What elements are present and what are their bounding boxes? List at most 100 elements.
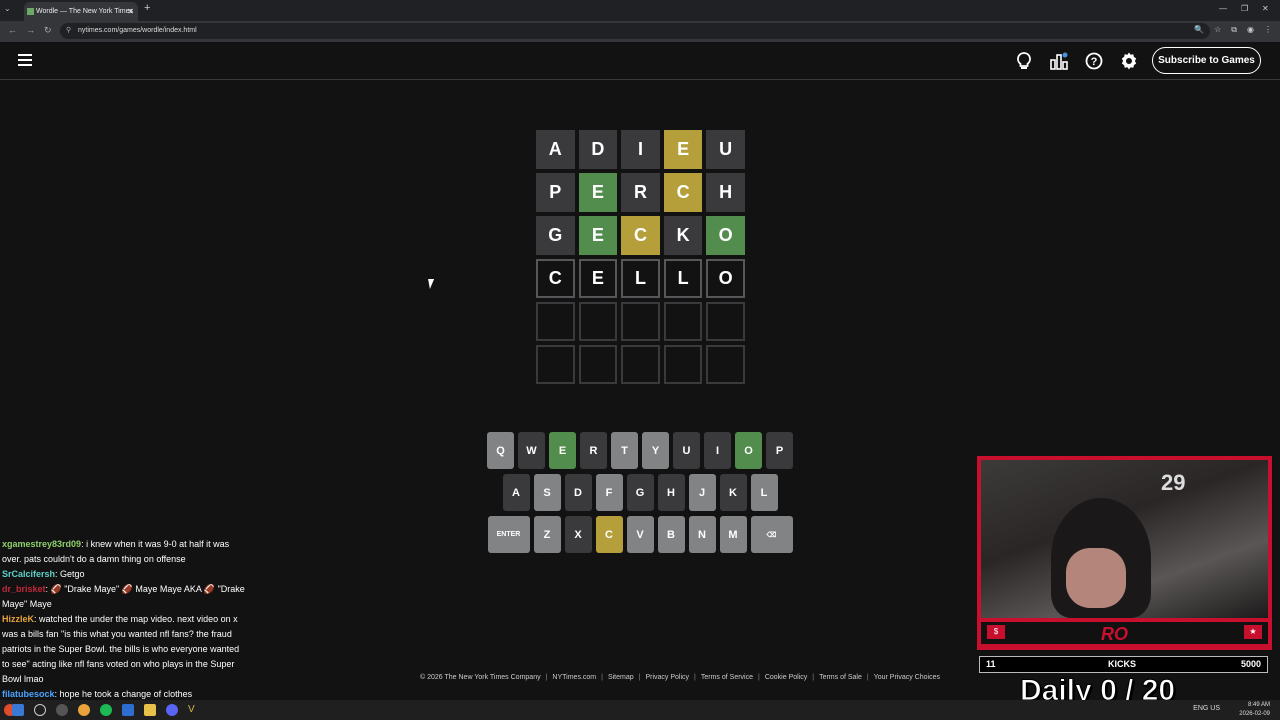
board-tile <box>578 302 618 341</box>
bookmark-star-icon[interactable]: ☆ <box>1214 25 1221 35</box>
app-icon[interactable] <box>122 704 134 716</box>
key-m[interactable]: M <box>719 516 747 553</box>
chrome-icon[interactable] <box>78 704 90 716</box>
browser-menu-icon[interactable]: ⋮ <box>1264 25 1272 35</box>
menu-icon[interactable] <box>18 54 32 66</box>
vs-icon[interactable]: V <box>188 704 200 716</box>
board-tile: O <box>706 259 745 298</box>
subscribe-button[interactable]: Subscribe to Games <box>1152 47 1261 74</box>
webcam-logo-bar: $ RO ★ <box>981 622 1268 644</box>
footer-link[interactable]: Privacy Policy <box>645 674 689 681</box>
close-window-icon[interactable]: ✕ <box>1262 4 1269 13</box>
keyboard-row: ASDFGHJKL <box>487 474 793 511</box>
board-tile: E <box>578 259 618 298</box>
site-info-icon[interactable]: ⚲ <box>66 23 71 39</box>
system-clock[interactable]: 8:49 AM 2026-02-09 <box>1239 701 1270 719</box>
key-l[interactable]: L <box>750 474 778 511</box>
spotify-icon[interactable] <box>100 704 112 716</box>
enter-key[interactable]: ENTER <box>487 516 530 553</box>
os-taskbar: V ENG US 8:49 AM 2026-02-09 <box>0 700 1280 720</box>
search-icon[interactable] <box>34 704 46 716</box>
key-n[interactable]: N <box>688 516 716 553</box>
obs-icon[interactable] <box>56 704 68 716</box>
footer-separator: | <box>694 674 696 681</box>
key-v[interactable]: V <box>626 516 654 553</box>
stats-icon[interactable] <box>1048 50 1070 72</box>
key-s[interactable]: S <box>533 474 561 511</box>
footer-link[interactable]: Terms of Sale <box>819 674 862 681</box>
hint-bulb-icon[interactable] <box>1013 50 1035 72</box>
board-row: ADIEU <box>536 130 745 169</box>
key-p[interactable]: P <box>766 432 793 469</box>
key-a[interactable]: A <box>502 474 530 511</box>
key-j[interactable]: J <box>688 474 716 511</box>
games-header: ? Subscribe to Games <box>0 42 1280 80</box>
zoom-icon[interactable]: 🔍 <box>1194 25 1204 35</box>
key-z[interactable]: Z <box>533 516 561 553</box>
windows-start-icon[interactable] <box>12 704 24 716</box>
new-tab-icon[interactable]: + <box>144 2 150 14</box>
key-g[interactable]: G <box>626 474 654 511</box>
footer-link[interactable]: Sitemap <box>608 674 634 681</box>
key-o[interactable]: O <box>735 432 762 469</box>
browser-toolbar-icons: 🔍 ☆ ⧉ ◉ ⋮ <box>1194 25 1272 35</box>
footer-link[interactable]: Your Privacy Choices <box>874 674 940 681</box>
chat-username: xgamestrey83rd09 <box>2 539 82 549</box>
stream-chat-overlay: xgamestrey83rd09: i knew when it was 9-0… <box>0 537 248 705</box>
key-y[interactable]: Y <box>642 432 669 469</box>
board-tile <box>706 302 745 341</box>
footer-separator: | <box>812 674 815 681</box>
key-w[interactable]: W <box>518 432 545 469</box>
stream-logo: RO <box>1101 624 1128 644</box>
key-r[interactable]: R <box>580 432 607 469</box>
board-tile: R <box>621 173 660 212</box>
close-tab-icon[interactable]: ✕ <box>127 2 134 21</box>
restore-icon[interactable]: ❐ <box>1241 4 1248 13</box>
key-e[interactable]: E <box>549 432 576 469</box>
help-icon[interactable]: ? <box>1083 50 1105 72</box>
profile-icon[interactable]: ◉ <box>1247 25 1254 35</box>
footer-link[interactable]: Terms of Service <box>701 674 753 681</box>
key-h[interactable]: H <box>657 474 685 511</box>
board-tile: E <box>578 173 618 212</box>
streamer-face <box>1066 548 1126 608</box>
footer-separator: | <box>866 674 869 681</box>
key-c[interactable]: C <box>595 516 623 553</box>
key-d[interactable]: D <box>564 474 592 511</box>
chat-message: xgamestrey83rd09: i knew when it was 9-0… <box>0 537 248 567</box>
key-x[interactable]: X <box>564 516 592 553</box>
webcam-feed: 29 <box>981 460 1268 618</box>
board-row: CELLO <box>536 259 745 298</box>
key-i[interactable]: I <box>704 432 731 469</box>
key-u[interactable]: U <box>673 432 700 469</box>
currency-icon: $ <box>987 625 1005 639</box>
forward-icon[interactable]: → <box>26 25 35 35</box>
tab-title: Wordle — The New York Times <box>36 8 134 15</box>
backspace-icon[interactable]: ⌫ <box>750 516 793 553</box>
key-k[interactable]: K <box>719 474 747 511</box>
key-t[interactable]: T <box>611 432 638 469</box>
browser-toolbar: ← → ↻ ⚲ nytimes.com/games/wordle/index.h… <box>0 21 1280 42</box>
chat-message: dr_brisket: 🏈 "Drake Maye" 🏈 Maye Maye A… <box>0 582 248 612</box>
key-q[interactable]: Q <box>487 432 514 469</box>
footer-separator: | <box>601 674 603 681</box>
settings-icon[interactable] <box>1118 50 1140 72</box>
file-explorer-icon[interactable] <box>144 704 156 716</box>
system-tray-lang[interactable]: ENG US <box>1193 705 1220 712</box>
back-icon[interactable]: ← <box>8 25 17 35</box>
browser-tab[interactable]: Wordle — The New York Times ✕ <box>24 2 138 21</box>
extensions-icon[interactable]: ⧉ <box>1231 25 1237 35</box>
webcam-overlay: 29 $ RO ★ <box>975 454 1274 652</box>
reload-icon[interactable]: ↻ <box>44 25 52 36</box>
url-text: nytimes.com/games/wordle/index.html <box>78 27 197 34</box>
discord-icon[interactable] <box>166 704 178 716</box>
board-tile <box>706 345 745 384</box>
tab-list-icon[interactable]: ⌄ <box>4 4 11 13</box>
footer-link[interactable]: Cookie Policy <box>765 674 807 681</box>
minimize-icon[interactable]: — <box>1219 4 1227 13</box>
key-b[interactable]: B <box>657 516 685 553</box>
address-bar[interactable]: ⚲ nytimes.com/games/wordle/index.html <box>60 23 1210 39</box>
footer-link[interactable]: NYTimes.com <box>552 674 596 681</box>
board-tile: O <box>706 216 745 255</box>
key-f[interactable]: F <box>595 474 623 511</box>
